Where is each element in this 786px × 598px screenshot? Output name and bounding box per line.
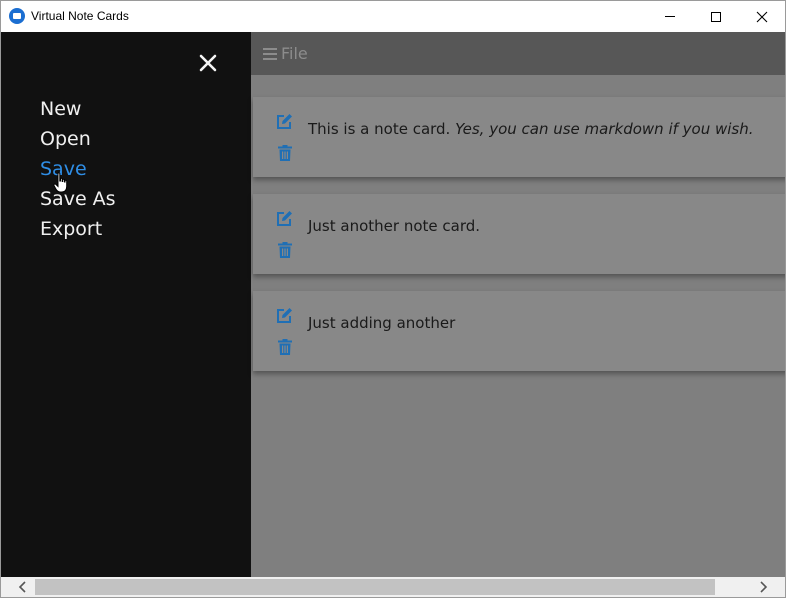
edit-button[interactable] <box>275 305 295 325</box>
delete-button[interactable] <box>275 240 295 260</box>
app-content: New Open Save Save As Export File This i… <box>1 32 785 577</box>
scroll-left-button[interactable] <box>11 577 33 597</box>
card-text: Just adding another <box>308 314 456 332</box>
file-menu-label: File <box>281 44 308 63</box>
minimize-button[interactable] <box>647 1 693 32</box>
chevron-left-icon <box>18 581 26 593</box>
note-card: Just another note card. <box>253 194 785 274</box>
delete-button[interactable] <box>275 337 295 357</box>
hand-pointer-icon <box>53 172 68 193</box>
menu-item-save[interactable]: Save <box>40 154 116 184</box>
app-window: Virtual Note Cards New Open Save Save As… <box>0 0 786 598</box>
trash-icon <box>278 338 292 355</box>
close-icon <box>756 11 768 22</box>
scroll-right-button[interactable] <box>753 577 775 597</box>
sidebar-close-button[interactable] <box>197 52 219 74</box>
chevron-right-icon <box>760 581 768 593</box>
delete-button[interactable] <box>275 143 295 163</box>
minimize-icon <box>665 16 675 17</box>
file-menu-button[interactable]: File <box>263 44 308 63</box>
card-text: Just another note card. <box>308 217 481 235</box>
card-text-emphasis: Yes, you can use markdown if you wish. <box>455 120 754 138</box>
menu-item-new[interactable]: New <box>40 94 116 124</box>
window-close-button[interactable] <box>739 1 785 32</box>
menu-item-open[interactable]: Open <box>40 124 116 154</box>
hamburger-icon <box>263 47 277 60</box>
maximize-button[interactable] <box>693 1 739 32</box>
trash-icon <box>278 144 292 161</box>
side-menu: New Open Save Save As Export <box>1 32 251 577</box>
edit-icon <box>277 307 292 323</box>
note-area: File This is a note card. Yes, you can u… <box>251 32 785 577</box>
scrollbar-thumb[interactable] <box>35 579 715 595</box>
edit-icon <box>277 113 292 129</box>
close-icon <box>199 54 217 72</box>
card-text: This is a note card. Yes, you can use ma… <box>308 120 754 138</box>
app-icon <box>9 8 25 24</box>
menu-item-export[interactable]: Export <box>40 214 116 244</box>
note-card: Just adding another <box>253 291 785 371</box>
edit-button[interactable] <box>275 208 295 228</box>
note-card: This is a note card. Yes, you can use ma… <box>253 97 785 177</box>
card-actions <box>275 208 295 268</box>
edit-button[interactable] <box>275 111 295 131</box>
trash-icon <box>278 241 292 258</box>
edit-icon <box>277 210 292 226</box>
horizontal-scrollbar[interactable] <box>1 577 785 597</box>
menu-item-save-as[interactable]: Save As <box>40 184 116 214</box>
title-bar: Virtual Note Cards <box>1 1 785 32</box>
maximize-icon <box>711 11 721 22</box>
top-bar: File <box>251 32 785 75</box>
card-actions <box>275 305 295 365</box>
side-menu-list: New Open Save Save As Export <box>40 94 116 244</box>
card-actions <box>275 111 295 171</box>
card-text-plain: This is a note card. <box>308 120 456 138</box>
window-title: Virtual Note Cards <box>31 9 129 23</box>
